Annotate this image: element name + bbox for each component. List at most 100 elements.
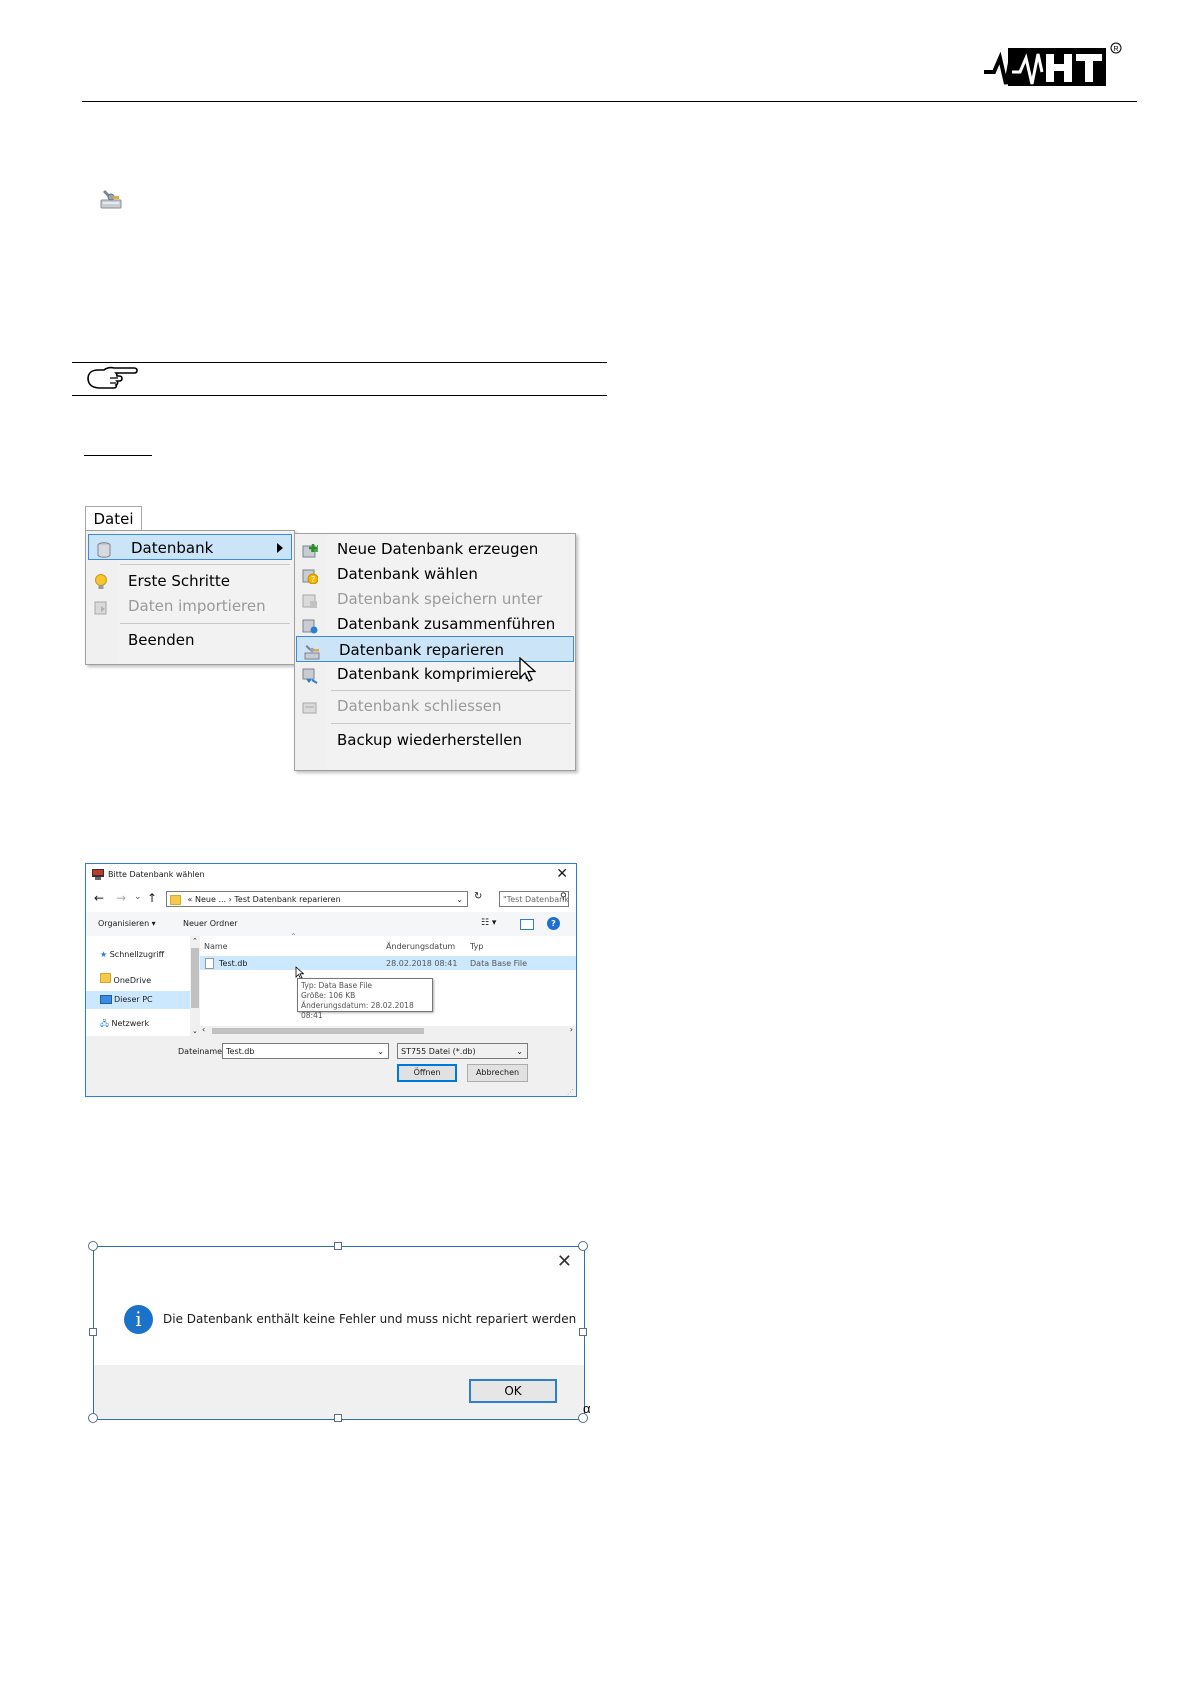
filename-value: Test.db xyxy=(226,1047,255,1056)
file-icon xyxy=(205,958,214,969)
breadcrumb-part[interactable]: Neue ... xyxy=(195,895,226,904)
submenu-item-label: Backup wiederherstellen xyxy=(337,731,522,749)
close-icon[interactable]: ✕ xyxy=(557,1251,572,1272)
filter-select[interactable]: ST755 Datei (*.db) ⌄ xyxy=(397,1043,528,1059)
scroll-left-icon[interactable]: ‹ xyxy=(202,1025,205,1034)
scroll-up-icon[interactable]: ⌃ xyxy=(192,937,198,945)
selection-handle[interactable] xyxy=(334,1242,342,1250)
forward-arrow-icon[interactable]: → xyxy=(116,891,126,905)
back-arrow-icon[interactable]: ← xyxy=(94,891,104,905)
filter-value: ST755 Datei (*.db) xyxy=(401,1047,476,1056)
folder-icon xyxy=(170,894,181,905)
network-icon: 🖧 xyxy=(100,1019,109,1028)
submenu-item-label: Datenbank wählen xyxy=(337,565,478,583)
search-icon[interactable]: ⚲ xyxy=(560,892,567,902)
pointing-hand-icon xyxy=(86,365,138,396)
selection-handle[interactable] xyxy=(88,1413,98,1423)
submenu-item-neue-datenbank[interactable]: Neue Datenbank erzeugen xyxy=(295,536,575,562)
scrollbar-thumb[interactable] xyxy=(191,948,199,1008)
breadcrumb[interactable]: « Neue ... › Test Datenbank reparieren ⌄ xyxy=(166,891,468,907)
menu-item-datenbank[interactable]: Datenbank xyxy=(88,534,292,560)
dialog-bottom: Dateiname: Test.db ⌄ ST755 Datei (*.db) … xyxy=(86,1036,576,1096)
view-options-icon[interactable]: ☷ ▾ xyxy=(481,918,496,928)
message-box: ✕ i Die Datenbank enthält keine Fehler u… xyxy=(93,1246,585,1420)
nav-item-label: OneDrive xyxy=(113,976,152,985)
resize-grip-icon[interactable]: ⋰ xyxy=(567,1088,574,1096)
submenu-datenbank: Neue Datenbank erzeugen ? Datenbank wähl… xyxy=(294,533,576,771)
close-icon[interactable]: ✕ xyxy=(556,866,568,882)
nav-item-dieser-pc[interactable]: Dieser PC xyxy=(86,991,190,1009)
ok-button[interactable]: OK xyxy=(469,1379,557,1403)
app-icon xyxy=(92,869,104,882)
scrollbar-thumb[interactable] xyxy=(212,1028,424,1034)
menu-item-beenden[interactable]: Beenden xyxy=(86,627,294,653)
filename-input[interactable]: Test.db ⌄ xyxy=(222,1043,389,1059)
up-arrow-icon[interactable]: ↑ xyxy=(147,891,157,905)
submenu-item-label: Datenbank schliessen xyxy=(337,697,502,715)
organize-button[interactable]: Organisieren ▾ xyxy=(98,919,156,928)
svg-text:R: R xyxy=(1114,46,1119,53)
info-icon: i xyxy=(124,1305,153,1334)
mouse-cursor-icon xyxy=(518,656,537,687)
submenu-item-label: Datenbank speichern unter xyxy=(337,590,543,608)
computer-icon xyxy=(100,995,112,1004)
selection-handle[interactable] xyxy=(334,1414,342,1422)
horizontal-scrollbar[interactable]: ‹ › xyxy=(200,1025,576,1036)
submenu-item-backup[interactable]: Backup wiederherstellen xyxy=(295,727,575,753)
sort-indicator-icon: ⌃ xyxy=(290,932,297,941)
submenu-arrow-icon xyxy=(277,543,283,553)
refresh-icon[interactable]: ↻ xyxy=(474,891,482,902)
column-header-type[interactable]: Typ xyxy=(470,942,483,951)
merge-database-icon xyxy=(302,616,318,634)
file-dialog: Bitte Datenbank wählen ✕ ← → ⌄ ↑ « Neue … xyxy=(85,863,577,1097)
chevron-down-icon[interactable]: ⌄ xyxy=(377,1044,384,1060)
nav-item-onedrive[interactable]: OneDrive xyxy=(100,973,151,985)
compress-database-icon xyxy=(302,666,318,684)
scroll-down-icon[interactable]: ⌄ xyxy=(192,1027,198,1035)
nav-item-schnellzugriff[interactable]: ★ Schnellzugriff xyxy=(100,950,164,959)
search-input[interactable]: "Test Datenbank reparieren" d... xyxy=(499,891,569,907)
column-header-name[interactable]: Name xyxy=(204,942,228,951)
note-bottom-rule xyxy=(72,395,607,396)
nav-item-netzwerk[interactable]: 🖧 Netzwerk xyxy=(100,1018,149,1032)
nav-scrollbar[interactable]: ⌃ ⌄ xyxy=(190,936,200,1036)
submenu-item-schliessen[interactable]: Datenbank schliessen xyxy=(295,693,575,719)
column-header-date[interactable]: Änderungsdatum xyxy=(386,942,455,951)
open-button[interactable]: Öffnen xyxy=(397,1064,457,1082)
submenu-item-label: Datenbank zusammenführen xyxy=(337,615,556,633)
nav-item-label: Dieser PC xyxy=(114,995,153,1004)
menu-item-daten-importieren[interactable]: Daten importieren xyxy=(86,593,294,619)
menu-item-label: Datenbank xyxy=(131,539,214,557)
recent-dropdown-icon[interactable]: ⌄ xyxy=(134,892,142,902)
selection-handle[interactable] xyxy=(88,1241,98,1251)
table-row[interactable]: Test.db 28.02.2018 08:41 Data Base File xyxy=(200,956,576,970)
new-database-icon xyxy=(302,541,320,558)
cancel-button[interactable]: Abbrechen xyxy=(467,1064,528,1082)
submenu-item-speichern-unter[interactable]: Datenbank speichern unter xyxy=(295,586,575,612)
chevron-down-icon[interactable]: ⌄ xyxy=(516,1044,523,1060)
dialog-command-bar: Organisieren ▾ Neuer Ordner ☷ ▾ ? xyxy=(86,912,576,936)
import-icon xyxy=(93,598,109,615)
help-icon[interactable]: ? xyxy=(547,917,560,930)
submenu-item-zusammenfuehren[interactable]: Datenbank zusammenführen xyxy=(295,611,575,637)
selection-handle[interactable] xyxy=(89,1328,97,1336)
selection-handle[interactable] xyxy=(578,1241,588,1251)
dialog-title: Bitte Datenbank wählen xyxy=(108,870,205,879)
menu-item-erste-schritte[interactable]: Erste Schritte xyxy=(86,568,294,594)
selection-handle[interactable] xyxy=(579,1328,587,1336)
svg-text:?: ? xyxy=(311,575,315,584)
new-folder-button[interactable]: Neuer Ordner xyxy=(183,919,238,928)
breadcrumb-dropdown-icon[interactable]: ⌄ xyxy=(456,892,463,908)
tooltip-line: Typ: Data Base File xyxy=(301,981,373,990)
scroll-right-icon[interactable]: › xyxy=(570,1025,573,1034)
preview-pane-icon[interactable] xyxy=(520,919,534,930)
file-name: Test.db xyxy=(219,959,248,968)
menu-item-label: Erste Schritte xyxy=(128,572,230,590)
breadcrumb-part[interactable]: Test Datenbank reparieren xyxy=(234,895,340,904)
message-footer: OK xyxy=(94,1365,584,1419)
file-date: 28.02.2018 08:41 xyxy=(386,959,458,968)
submenu-item-datenbank-waehlen[interactable]: ? Datenbank wählen xyxy=(295,561,575,587)
anchor-mark: α xyxy=(583,1401,591,1416)
header-rule xyxy=(82,101,1137,102)
menu-tab-datei[interactable]: Datei xyxy=(85,506,142,532)
